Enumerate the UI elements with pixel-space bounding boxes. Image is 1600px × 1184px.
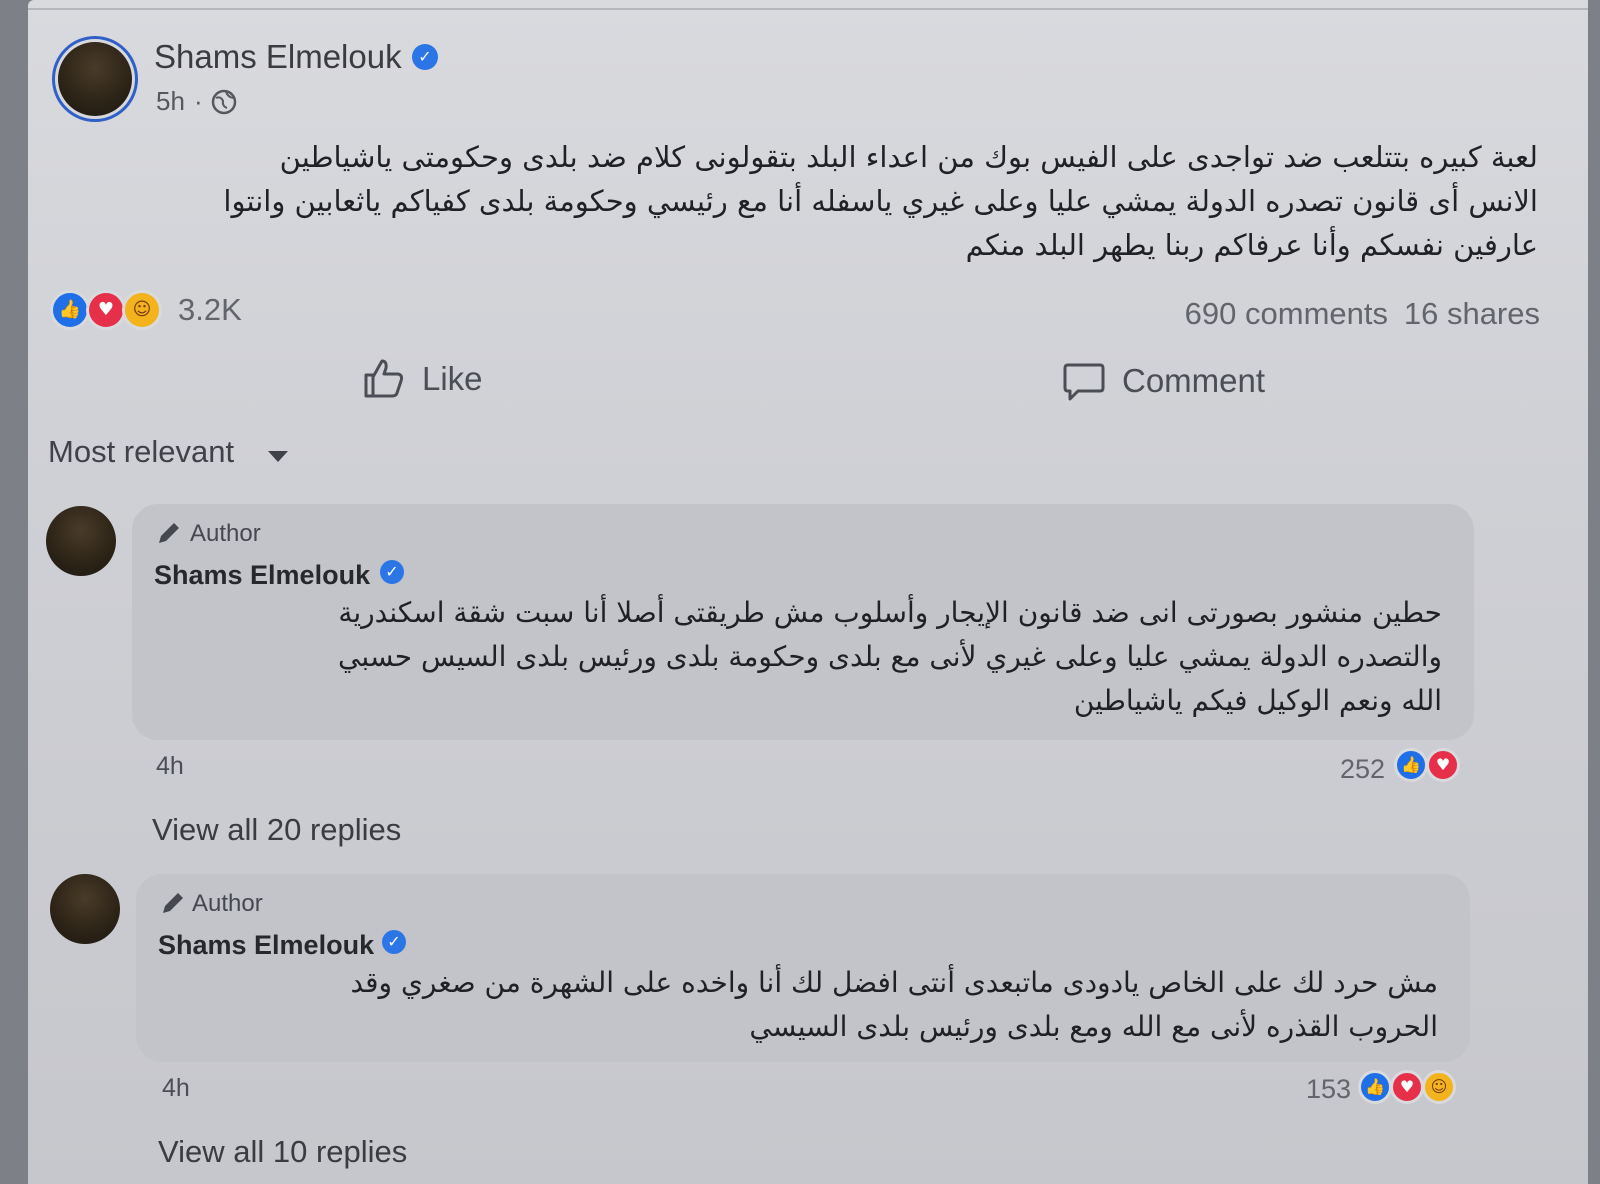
verified-check-icon: ✓ bbox=[382, 930, 406, 954]
sort-dropdown[interactable]: Most relevant bbox=[48, 434, 234, 470]
like-reaction-icon[interactable]: 👍 bbox=[50, 290, 90, 330]
comment-author-name[interactable]: Shams Elmelouk bbox=[154, 560, 370, 591]
comment-author-name[interactable]: Shams Elmelouk bbox=[158, 930, 374, 961]
globe-icon bbox=[211, 89, 237, 115]
meta-separator: · bbox=[194, 86, 203, 116]
post-time[interactable]: 5h bbox=[156, 86, 185, 117]
top-divider bbox=[28, 8, 1588, 10]
verified-check-icon: ✓ bbox=[380, 560, 404, 584]
view-replies-link[interactable]: View all 20 replies bbox=[152, 812, 401, 848]
pencil-icon bbox=[163, 893, 183, 913]
reaction-count[interactable]: 3.2K bbox=[178, 292, 242, 328]
comment-time[interactable]: 4h bbox=[156, 752, 184, 781]
comment-text-line: الحروب القذره لأنى مع الله ومع بلدى ورئي… bbox=[749, 1010, 1438, 1043]
post-text-line-2: الانس أى قانون تصدره الدولة يمشي عليا وع… bbox=[223, 184, 1538, 218]
love-reaction-icon[interactable]: ♥ bbox=[1390, 1070, 1424, 1104]
author-badge: Author bbox=[192, 890, 263, 917]
share-count-link[interactable]: 16 shares bbox=[1404, 296, 1540, 332]
comment-count-link[interactable]: 690 comments bbox=[1185, 296, 1388, 332]
comment-bubble-icon[interactable] bbox=[1062, 362, 1106, 402]
comment-text-line: مش حرد لك على الخاص يادودى ماتبعدى أنتى … bbox=[350, 966, 1438, 999]
comment-avatar[interactable] bbox=[46, 506, 116, 576]
post-author-name[interactable]: Shams Elmelouk bbox=[154, 38, 402, 76]
like-reaction-icon[interactable]: 👍 bbox=[1394, 748, 1428, 782]
comment-reaction-count[interactable]: 153 bbox=[1306, 1074, 1351, 1105]
love-reaction-icon[interactable]: ♥ bbox=[86, 290, 126, 330]
comment-text-line: والتصدره الدولة يمشي عليا وعلى غيري لأنى… bbox=[338, 640, 1442, 673]
love-reaction-icon[interactable]: ♥ bbox=[1426, 748, 1460, 782]
comment-text-line: حطين منشور بصورتى انى ضد قانون الإيجار و… bbox=[338, 596, 1442, 629]
post-author-avatar[interactable] bbox=[58, 42, 132, 116]
care-reaction-icon[interactable]: ☺ bbox=[1422, 1070, 1456, 1104]
pencil-icon bbox=[159, 523, 179, 543]
caret-down-icon[interactable] bbox=[266, 448, 290, 464]
view-replies-link[interactable]: View all 10 replies bbox=[158, 1134, 407, 1170]
facebook-post-screen: Shams Elmelouk ✓ 5h · لعبة كبيره بتتلعب … bbox=[28, 0, 1588, 1184]
like-reaction-icon[interactable]: 👍 bbox=[1358, 1070, 1392, 1104]
author-badge: Author bbox=[190, 520, 261, 547]
comment-reaction-count[interactable]: 252 bbox=[1340, 754, 1385, 785]
comment-avatar[interactable] bbox=[50, 874, 120, 944]
comment-text-line: الله ونعم الوكيل فيكم ياشياطين bbox=[1073, 684, 1442, 717]
verified-check-icon: ✓ bbox=[412, 44, 438, 70]
post-text-line-3: عارفين نفسكم وأنا عرفاكم ربنا يطهر البلد… bbox=[965, 228, 1538, 262]
thumbs-up-icon[interactable] bbox=[362, 356, 406, 400]
comment-time[interactable]: 4h bbox=[162, 1074, 190, 1103]
post-text-line-1: لعبة كبيره بتتلعب ضد تواجدى على الفيس بو… bbox=[279, 140, 1538, 174]
like-button[interactable]: Like bbox=[422, 360, 483, 398]
comment-button[interactable]: Comment bbox=[1122, 362, 1265, 400]
care-reaction-icon[interactable]: ☺ bbox=[122, 290, 162, 330]
